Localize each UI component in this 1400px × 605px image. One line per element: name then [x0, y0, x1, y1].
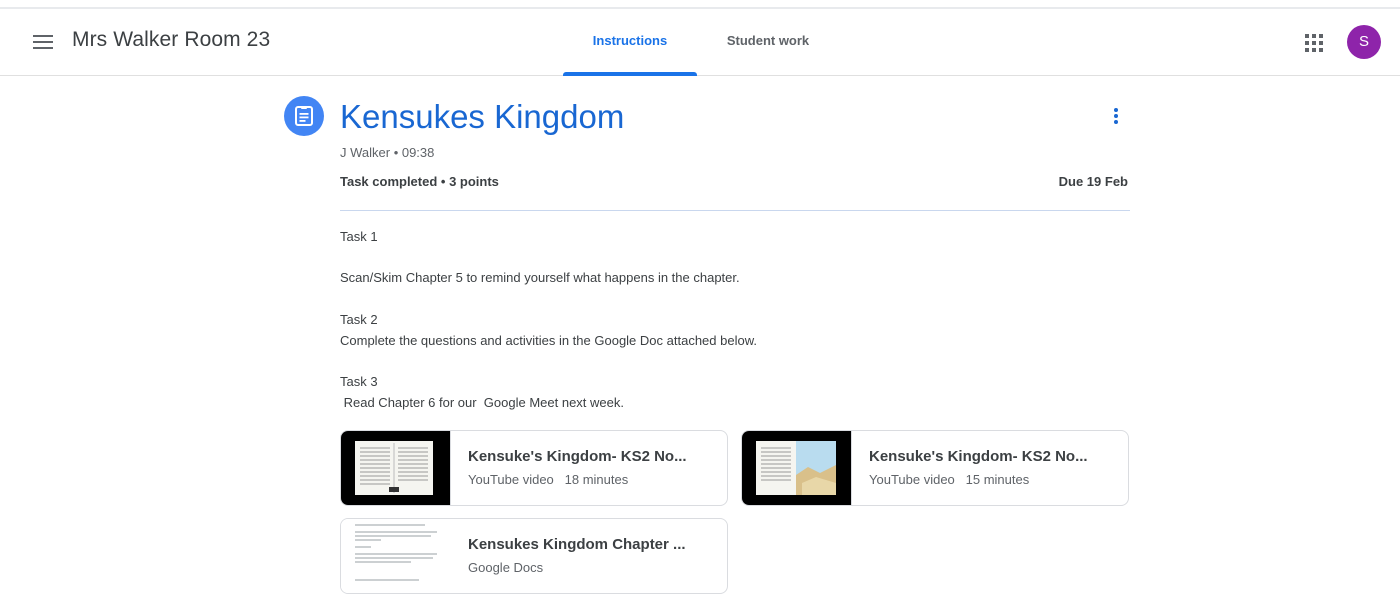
hamburger-menu-icon[interactable]: [33, 35, 53, 49]
instruction-line: Scan/Skim Chapter 5 to remind yourself w…: [340, 270, 740, 285]
instruction-line: Complete the questions and activities in…: [340, 333, 757, 348]
status-badge: Task completed • 3 points: [340, 174, 499, 189]
attachment-title: Kensuke's Kingdom- KS2 No...: [468, 448, 687, 465]
assignment-clipboard-icon: [284, 96, 324, 136]
tab-student-work[interactable]: Student work: [705, 9, 831, 75]
class-title[interactable]: Mrs Walker Room 23: [72, 28, 270, 52]
instruction-line: Task 1: [340, 229, 378, 244]
assignment-title: Kensukes Kingdom: [340, 98, 625, 135]
document-thumbnail: [341, 519, 451, 593]
attachment-card-google-doc[interactable]: Kensukes Kingdom Chapter ... Google Docs: [340, 518, 728, 594]
instruction-line: Task 3: [340, 374, 378, 389]
attachment-card-youtube[interactable]: Kensuke's Kingdom- KS2 No... YouTube vid…: [340, 430, 728, 506]
google-apps-grid-icon[interactable]: [1305, 34, 1323, 52]
attachment-title: Kensuke's Kingdom- KS2 No...: [869, 448, 1088, 465]
instruction-line: Read Chapter 6 for our Google Meet next …: [340, 395, 624, 410]
instruction-line: Task 2: [340, 312, 378, 327]
more-vertical-icon[interactable]: [1110, 108, 1122, 128]
video-thumbnail: [742, 431, 852, 505]
top-app-bar: Mrs Walker Room 23 Instructions Student …: [0, 9, 1400, 76]
attachment-title: Kensukes Kingdom Chapter ...: [468, 536, 686, 553]
avatar[interactable]: S: [1347, 25, 1381, 59]
attachment-subtitle: Google Docs: [468, 560, 544, 575]
due-date: Due 19 Feb: [1058, 174, 1128, 189]
video-thumbnail: [341, 431, 451, 505]
attachment-subtitle: YouTube video 15 minutes: [869, 472, 1030, 487]
assignment-meta: J Walker • 09:38: [340, 145, 435, 160]
tab-instructions[interactable]: Instructions: [563, 9, 697, 76]
attachment-card-youtube[interactable]: Kensuke's Kingdom- KS2 No... YouTube vid…: [741, 430, 1129, 506]
divider: [340, 210, 1130, 211]
attachment-subtitle: YouTube video 18 minutes: [468, 472, 629, 487]
